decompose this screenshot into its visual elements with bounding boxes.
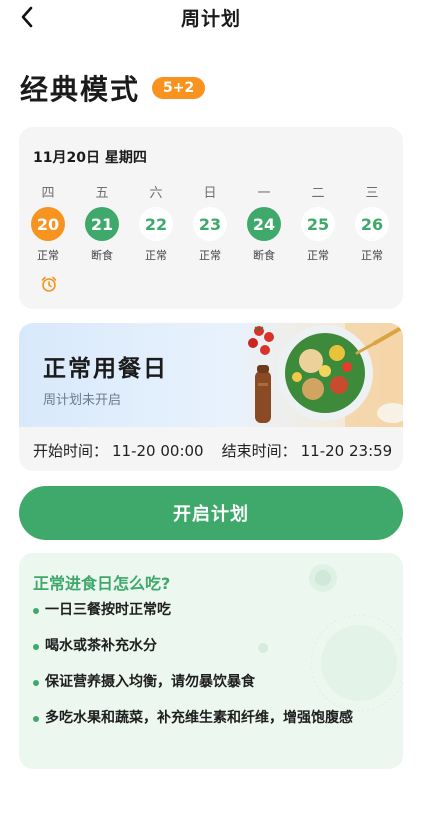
end-time-value: 11-20 23:59 — [300, 442, 393, 460]
meal-day-card: 正常用餐日 周计划未开启 开始时间： 11-20 00:00 结束时间： 11-20 … — [19, 323, 403, 471]
day-column[interactable]: 一 24 断食 — [244, 182, 284, 263]
weekday-label: 日 — [203, 186, 217, 201]
day-column[interactable]: 四 20 正常 — [28, 182, 68, 263]
date-circle[interactable]: 23 — [193, 207, 227, 241]
day-column[interactable]: 三 26 正常 — [352, 182, 392, 263]
day-type-label: 正常 — [199, 249, 221, 262]
date-circle[interactable]: 22 — [139, 207, 173, 241]
tip-item: 喝水或茶补充水分 — [33, 635, 393, 657]
date-circle[interactable]: 21 — [85, 207, 119, 241]
tip-item: 保证营养摄入均衡，请勿暴饮暴食 — [33, 671, 393, 693]
current-date-label: 11月20日 星期四 — [33, 150, 147, 166]
mode-badge: 5+2 — [152, 77, 206, 99]
weekday-label: 六 — [149, 186, 163, 201]
tips-title: 正常进食日怎么吃? — [33, 574, 171, 593]
day-column[interactable]: 六 22 正常 — [136, 182, 176, 263]
meal-day-title: 正常用餐日 — [43, 356, 168, 382]
weekday-label: 三 — [365, 186, 379, 201]
day-type-label: 断食 — [253, 249, 275, 262]
start-plan-button[interactable]: 开启计划 — [19, 486, 403, 540]
day-type-label: 断食 — [91, 249, 113, 262]
end-time-label: 结束时间： — [221, 442, 297, 460]
mode-title: 经典模式 — [20, 73, 141, 106]
day-column[interactable]: 五 21 断食 — [82, 182, 122, 263]
time-range-row: 开始时间： 11-20 00:00 结束时间： 11-20 23:59 — [33, 440, 396, 461]
day-type-label: 正常 — [145, 249, 167, 262]
top-bar: 周计划 — [0, 0, 422, 36]
start-time-value: 11-20 00:00 — [112, 442, 204, 460]
mode-heading: 经典模式 5+2 — [20, 68, 206, 108]
alarm-clock-icon[interactable] — [40, 275, 58, 293]
date-circle[interactable]: 24 — [247, 207, 281, 241]
plan-status-text: 周计划未开启 — [43, 393, 122, 408]
weekday-label: 二 — [311, 186, 325, 201]
eating-tips-card: 正常进食日怎么吃? 一日三餐按时正常吃 喝水或茶补充水分 保证营养摄入均衡，请勿… — [19, 553, 403, 769]
date-circle[interactable]: 25 — [301, 207, 335, 241]
weekday-label: 五 — [95, 186, 109, 201]
tip-item: 一日三餐按时正常吃 — [33, 599, 393, 621]
tip-item: 多吃水果和蔬菜，补充维生素和纤维，增强饱腹感 — [33, 707, 378, 729]
food-plate-image — [248, 323, 403, 427]
date-circle[interactable]: 26 — [355, 207, 389, 241]
day-type-label: 正常 — [361, 249, 383, 262]
day-type-label: 正常 — [37, 249, 59, 262]
date-circle[interactable]: 20 — [31, 207, 65, 241]
day-column[interactable]: 日 23 正常 — [190, 182, 230, 263]
start-time-label: 开始时间： — [33, 442, 109, 460]
weekday-label: 四 — [41, 186, 55, 201]
week-calendar-card: 11月20日 星期四 四 20 正常 五 21 断食 六 22 正常 日 23 正常 一 24 断食 二 25 正… — [19, 127, 403, 309]
page-title: 周计划 — [180, 8, 241, 30]
day-type-label: 正常 — [307, 249, 329, 262]
weekday-label: 一 — [257, 186, 271, 201]
day-column[interactable]: 二 25 正常 — [298, 182, 338, 263]
